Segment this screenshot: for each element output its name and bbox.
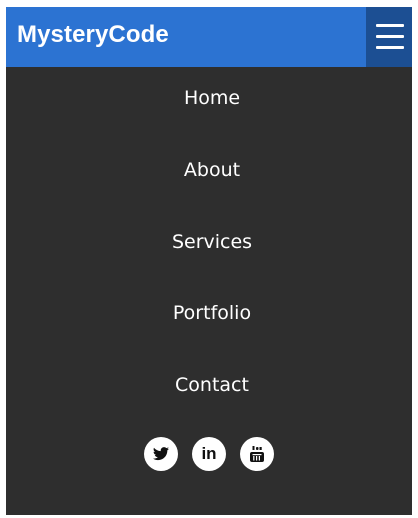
nav-item-label: About	[183, 159, 241, 181]
twitter-icon[interactable]	[144, 437, 178, 471]
nav-item-portfolio[interactable]: Portfolio	[6, 293, 412, 333]
menu-bar	[376, 46, 404, 49]
nav-item-contact[interactable]: Contact	[6, 365, 412, 405]
nav-item-label: Contact	[175, 374, 249, 396]
nav-item-label: Home	[183, 87, 241, 109]
social-links: in	[6, 437, 412, 471]
mobile-screen: MysteryCode Home About Services Portfoli…	[6, 7, 412, 515]
twitter-bird-glyph	[153, 447, 169, 461]
youtube-glyph	[250, 446, 264, 462]
menu-bar	[376, 24, 404, 27]
nav-item-label: Services	[171, 231, 253, 253]
youtube-icon[interactable]	[240, 437, 274, 471]
nav-item-label: Portfolio	[172, 302, 252, 324]
nav-item-home[interactable]: Home	[6, 78, 412, 118]
menu-bar	[376, 35, 404, 38]
brand-logo-text[interactable]: MysteryCode	[17, 21, 169, 49]
nav-item-services[interactable]: Services	[6, 222, 412, 262]
linkedin-icon-text: in	[201, 444, 217, 463]
nav-item-about[interactable]: About	[6, 150, 412, 190]
top-navbar: MysteryCode	[6, 7, 412, 67]
menu-toggle-button[interactable]	[366, 7, 412, 67]
linkedin-icon[interactable]: in	[192, 437, 226, 471]
